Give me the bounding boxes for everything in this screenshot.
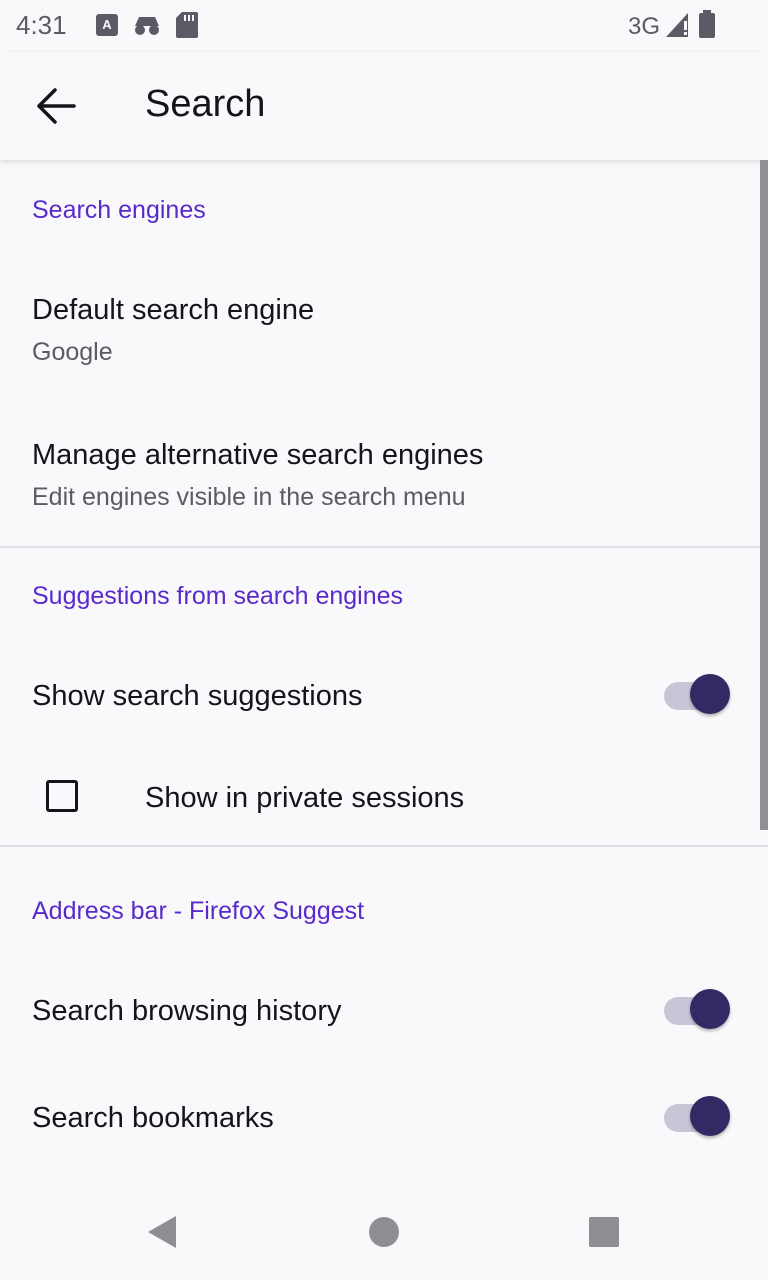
divider (0, 845, 768, 847)
section-header-suggestions: Suggestions from search engines (32, 582, 404, 610)
back-button[interactable] (22, 82, 86, 130)
pref-search-browsing-history[interactable]: Search browsing history (0, 960, 768, 1060)
pref-search-bookmarks[interactable]: Search bookmarks (0, 1067, 768, 1167)
battery-icon (698, 10, 716, 43)
sd-card-icon (176, 12, 198, 43)
pref-title: Manage alternative search engines (32, 439, 484, 471)
section-header-search-engines: Search engines (32, 196, 206, 224)
private-sessions-checkbox[interactable] (46, 780, 78, 812)
browsing-history-switch[interactable] (664, 989, 730, 1033)
pref-summary: Google (32, 338, 113, 366)
pref-manage-search-engines[interactable]: Manage alternative search engines Edit e… (0, 405, 768, 535)
pref-title: Default search engine (32, 294, 315, 326)
pref-summary: Edit engines visible in the search menu (32, 483, 466, 511)
show-suggestions-switch[interactable] (664, 674, 730, 718)
pref-title: Show in private sessions (145, 782, 465, 814)
pref-title: Search browsing history (32, 995, 342, 1027)
navigation-bar (0, 1180, 768, 1280)
network-type: 3G (627, 12, 660, 40)
status-icons-right: 3G (628, 10, 716, 43)
nav-recents-button[interactable] (580, 1210, 628, 1254)
pref-show-search-suggestions[interactable]: Show search suggestions (0, 646, 768, 746)
divider (0, 546, 768, 548)
switch-thumb (690, 989, 730, 1029)
pref-default-search-engine[interactable]: Default search engine Google (0, 260, 768, 390)
bookmarks-switch[interactable] (664, 1096, 730, 1140)
home-circle-icon (369, 1217, 399, 1247)
pref-title: Show search suggestions (32, 680, 363, 712)
app-bar: Search (0, 52, 768, 160)
arrow-back-icon (37, 88, 76, 124)
switch-thumb (690, 674, 730, 714)
recents-square-icon (589, 1217, 619, 1247)
back-triangle-icon (148, 1216, 176, 1248)
status-time: 4:31 (16, 10, 67, 40)
pref-show-in-private-sessions[interactable]: Show in private sessions (0, 750, 768, 846)
nav-home-button[interactable] (360, 1210, 408, 1254)
scrollbar[interactable] (760, 160, 768, 830)
incognito-icon (132, 14, 162, 41)
page-title: Search (145, 83, 266, 125)
nav-back-button[interactable] (140, 1210, 188, 1254)
status-icons-left: A (96, 12, 198, 43)
section-header-address-bar: Address bar - Firefox Suggest (32, 897, 365, 925)
svg-text:A: A (102, 17, 112, 32)
switch-thumb (690, 1096, 730, 1136)
status-bar: 4:31 A 3G (0, 0, 768, 52)
signal-icon (666, 11, 692, 42)
pref-title: Search bookmarks (32, 1102, 274, 1134)
settings-list: Search engines Default search engine Goo… (0, 160, 768, 1180)
keyboard-a-icon: A (96, 14, 118, 41)
